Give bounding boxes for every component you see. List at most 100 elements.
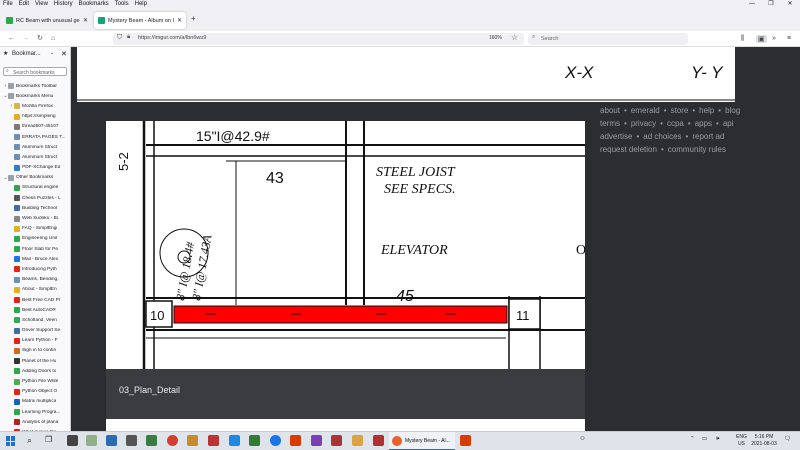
bookmark-item[interactable]: thread507-45107 (0, 122, 70, 132)
tab-close-icon[interactable]: ✕ (177, 17, 182, 24)
taskbar-app-icon[interactable] (460, 435, 471, 446)
taskbar-app-icon[interactable] (126, 435, 137, 446)
footer-link[interactable]: community rules (668, 145, 726, 154)
task-view-icon[interactable]: ❐ (45, 435, 52, 444)
taskbar-app-icon[interactable] (106, 435, 117, 446)
footer-link[interactable]: report ad (692, 132, 724, 141)
bookmark-item[interactable]: Planet of the Hu (0, 356, 70, 366)
taskbar-app-icon[interactable] (311, 435, 322, 446)
footer-link[interactable]: about (600, 106, 620, 115)
bookmark-item[interactable]: › Bookmarks Toolbar (0, 81, 70, 91)
footer-link[interactable]: apps (695, 119, 712, 128)
home-button[interactable]: ⌂ (51, 34, 55, 44)
footer-link[interactable]: api (723, 119, 734, 128)
bookmark-item[interactable]: Schofland, Veen (0, 315, 70, 325)
bookmark-item[interactable]: PDF-XChange Ed (0, 163, 70, 173)
tab-mystery-beam[interactable]: Mystery Beam - Album on Imgu ✕ (94, 12, 186, 29)
taskbar-app-icon[interactable] (249, 435, 260, 446)
office-icon[interactable] (290, 435, 301, 446)
footer-link[interactable]: ccpa (667, 119, 684, 128)
bookmark-item[interactable]: FAQ - SimplEngi (0, 224, 70, 234)
bookmark-item[interactable]: Driver Support Se (0, 326, 70, 336)
start-button-icon[interactable] (6, 436, 16, 446)
bookmark-item[interactable]: Python File Write (0, 376, 70, 386)
network-icon[interactable]: ▭ (702, 436, 707, 442)
menu-help[interactable]: Help (132, 0, 150, 9)
bookmark-item[interactable]: ⌄ Bookmarks Menu (0, 91, 70, 101)
zoom-level[interactable]: 160% (489, 35, 502, 41)
taskbar-search-icon[interactable]: ⌕ (27, 435, 32, 446)
notifications-icon[interactable]: 🗨︎ (784, 436, 791, 442)
album-image-plan-detail[interactable]: 15"I@42.9# 43 STEEL JOIST SEE SPECS. ELE… (106, 121, 585, 369)
bookmark-item[interactable]: Best AutoCAD® (0, 305, 70, 315)
bookmark-item[interactable]: Best Free CAD Pr (0, 295, 70, 305)
taskbar-app-icon[interactable] (208, 435, 219, 446)
bookmark-item[interactable]: Building Technol (0, 203, 70, 213)
bookmark-item[interactable]: About - SimplEn (0, 285, 70, 295)
bookmark-item[interactable]: Adding Doors to (0, 366, 70, 376)
menu-bookmarks[interactable]: Bookmarks (76, 0, 112, 9)
bookmark-item[interactable]: › Mozilla Firefox (0, 101, 70, 111)
bookmark-item[interactable]: Chess Puzzles - L (0, 193, 70, 203)
taskbar-app-icon[interactable] (331, 435, 342, 446)
window-close-button[interactable]: ✕ (780, 0, 800, 9)
footer-link[interactable]: help (699, 106, 714, 115)
bookmark-item[interactable]: Aluminum Struct (0, 152, 70, 162)
shield-icon[interactable]: ⛉ (117, 34, 122, 42)
tab-rc-beam[interactable]: RC Beam with unusual geometr ✕ (2, 12, 92, 29)
new-tab-button[interactable]: + (191, 14, 196, 23)
footer-link[interactable]: privacy (631, 119, 656, 128)
menu-tools[interactable]: Tools (112, 0, 132, 9)
bookmark-item[interactable]: Learning Progra... (0, 407, 70, 417)
bookmark-star-icon[interactable]: ☆ (511, 33, 518, 42)
sidebar-dropdown-icon[interactable]: ⌄ (50, 50, 54, 56)
url-text[interactable]: https://imgur.com/a/lbn6wu9 (138, 35, 206, 41)
bookmark-item[interactable]: Engineering Unit (0, 234, 70, 244)
overflow-chevron-icon[interactable]: » (772, 35, 776, 42)
maximize-button[interactable]: ❐ (761, 0, 781, 9)
menu-edit[interactable]: Edit (16, 0, 32, 9)
tab-close-icon[interactable]: ✕ (83, 17, 88, 24)
footer-link[interactable]: advertise (600, 132, 632, 141)
search-bar[interactable]: ⌕ Search (528, 33, 688, 45)
album-image-previous[interactable]: X-X Y- Y (77, 47, 735, 102)
volume-icon[interactable]: 🕪︎ (716, 436, 719, 443)
footer-link[interactable]: store (671, 106, 689, 115)
taskbar-app-icon[interactable] (352, 435, 363, 446)
lock-icon[interactable]: 🔒︎ (127, 34, 130, 41)
bookmark-item[interactable]: Floor Slab for Pe (0, 244, 70, 254)
taskbar-app-icon[interactable] (67, 435, 78, 446)
bookmark-item[interactable]: https://simpleng (0, 112, 70, 122)
bookmark-item[interactable]: Structural engine (0, 183, 70, 193)
footer-link[interactable]: ad choices (643, 132, 681, 141)
footer-link[interactable]: blog (725, 106, 740, 115)
library-icon[interactable]: ⫼ (741, 35, 744, 43)
bookmark-item[interactable]: Mail - Bruce Alex (0, 254, 70, 264)
bookmark-item[interactable]: Analysis of plana (0, 417, 70, 427)
footer-link[interactable]: terms (600, 119, 620, 128)
bookmark-item[interactable]: Web Sudoku - Bi (0, 213, 70, 223)
tray-chevron-icon[interactable]: ⌃ (690, 436, 695, 442)
bookmark-item[interactable]: Beams, Bending, (0, 275, 70, 285)
taskbar-firefox-window[interactable]: Mystery Beam - Al... (389, 432, 455, 450)
bookmark-item[interactable]: Sign in to contin (0, 346, 70, 356)
bookmark-item[interactable]: Introducing Pyth (0, 264, 70, 274)
taskbar-app-icon[interactable] (373, 435, 384, 446)
taskbar-app-icon[interactable] (187, 435, 198, 446)
bookmarks-search-input[interactable]: ⌕ Search bookmarks (3, 67, 67, 76)
language-indicator[interactable]: ENG US (736, 434, 747, 448)
bookmark-item[interactable]: Matrix multiplica (0, 397, 70, 407)
taskbar-app-icon[interactable] (146, 435, 157, 446)
bookmark-item[interactable]: Aluminum Struct (0, 142, 70, 152)
taskbar-app-icon[interactable] (86, 435, 97, 446)
bookmark-item[interactable]: ERRATA PAGES T... (0, 132, 70, 142)
footer-link[interactable]: emerald (631, 106, 660, 115)
minimize-button[interactable]: — (742, 0, 762, 9)
footer-link[interactable]: request deletion (600, 145, 657, 154)
url-bar[interactable]: ⛉ 🔒︎ https://imgur.com/a/lbn6wu9 160% ☆ (113, 33, 524, 45)
forward-button[interactable]: → (22, 34, 29, 44)
back-button[interactable]: ← (8, 34, 15, 44)
menu-file[interactable]: File (0, 0, 16, 9)
bookmark-item[interactable]: Learn Python - F (0, 336, 70, 346)
album-image-next[interactable] (106, 419, 585, 431)
